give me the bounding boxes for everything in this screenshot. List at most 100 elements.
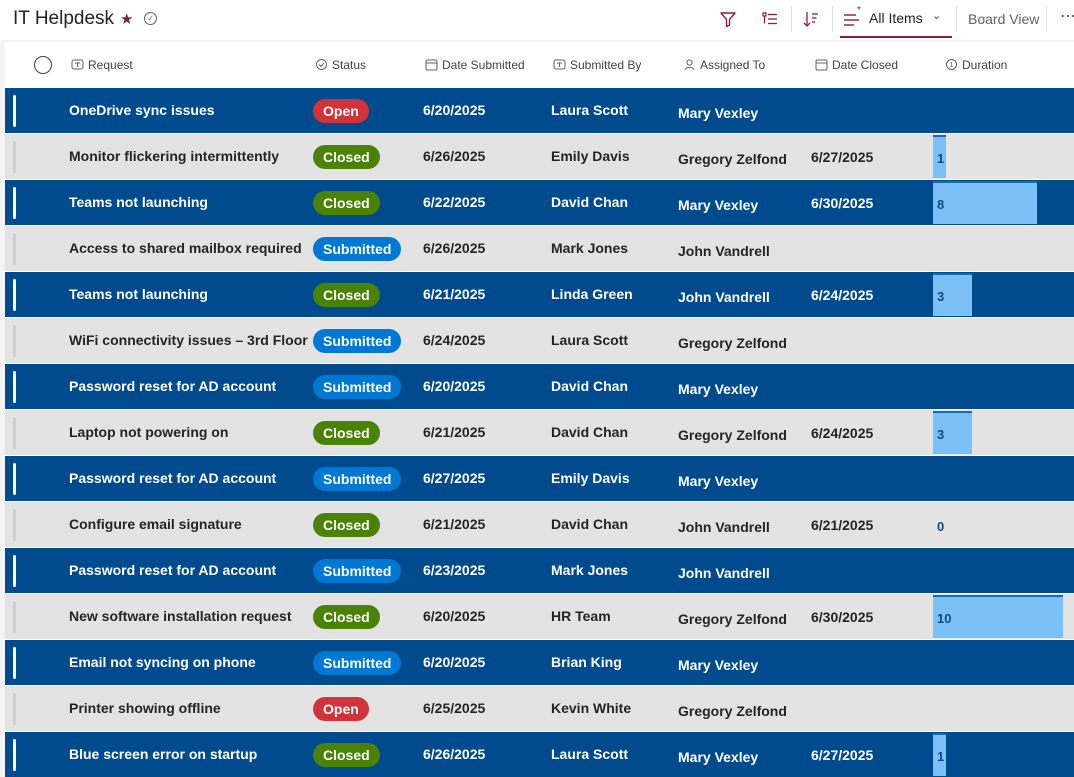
row-selection-handle[interactable] (13, 739, 16, 771)
more-icon[interactable]: ⋯ (1060, 6, 1074, 26)
cell-request[interactable]: Password reset for AD account (69, 470, 276, 486)
row-selection-handle[interactable] (13, 187, 16, 219)
cell-date-submitted: 6/20/2025 (423, 378, 486, 394)
list-grid: Request Status Date Submitted Submitted … (5, 42, 1074, 777)
cell-request[interactable]: OneDrive sync issues (69, 102, 215, 118)
table-row[interactable]: Password reset for AD account Submitted 6/… (5, 548, 1074, 593)
person-icon (684, 59, 695, 71)
cell-assigned-to: Mary Vexley (678, 381, 759, 397)
cell-submitted-by: Kevin White (551, 700, 632, 716)
text-field-icon (71, 59, 84, 70)
row-selection-handle[interactable] (13, 279, 16, 311)
table-row[interactable]: Email not syncing on phone Submitted 6/20/… (5, 640, 1074, 685)
cell-request[interactable]: Configure email signature (69, 516, 242, 532)
board-view-button[interactable]: Board View (968, 11, 1039, 27)
toolbar-divider (832, 6, 833, 32)
status-badge: Closed (313, 605, 380, 629)
cell-assigned-to: John Vandrell (678, 565, 770, 581)
row-selection-handle[interactable] (13, 601, 16, 633)
duration-bar (933, 181, 1037, 224)
group-by-icon[interactable] (759, 8, 781, 30)
cell-request[interactable]: Password reset for AD account (69, 378, 276, 394)
cell-date-submitted: 6/22/2025 (423, 194, 486, 210)
row-selection-handle[interactable] (13, 233, 16, 265)
status-badge: Closed (313, 513, 380, 537)
cell-date-submitted: 6/24/2025 (423, 332, 486, 348)
row-selection-handle[interactable] (13, 555, 16, 587)
table-row[interactable]: Teams not launching Closed 6/22/2025 David … (5, 180, 1074, 225)
filter-icon[interactable] (717, 8, 739, 30)
row-selection-handle[interactable] (13, 647, 16, 679)
table-row[interactable]: OneDrive sync issues Open 6/20/2025 Laura S… (5, 88, 1074, 133)
table-row[interactable]: Laptop not powering on Closed 6/21/2025 Dav… (5, 410, 1074, 455)
cell-duration: 1 (937, 749, 945, 764)
sort-icon[interactable] (800, 8, 822, 30)
cell-submitted-by: David Chan (551, 194, 629, 210)
row-selection-handle[interactable] (13, 509, 16, 541)
cell-assigned-to: Gregory Zelfond (678, 427, 787, 443)
table-row[interactable]: Access to shared mailbox required Submitt… (5, 226, 1074, 271)
row-selection-handle[interactable] (13, 693, 16, 725)
row-selection-handle[interactable] (13, 95, 16, 127)
row-selection-handle[interactable] (13, 371, 16, 403)
cell-assigned-to: John Vandrell (678, 519, 770, 535)
cell-request[interactable]: Monitor flickering intermittently (69, 148, 279, 164)
cell-request[interactable]: Teams not launching (69, 286, 208, 302)
cell-request[interactable]: Access to shared mailbox required (69, 240, 302, 256)
cell-submitted-by: Laura Scott (551, 332, 629, 348)
cell-assigned-to: Mary Vexley (678, 105, 759, 121)
cell-request[interactable]: Password reset for AD account (69, 562, 276, 578)
cell-request[interactable]: Email not syncing on phone (69, 654, 256, 670)
table-row[interactable]: Teams not launching Closed 6/21/2025 Linda … (5, 272, 1074, 317)
cell-request[interactable]: New software installation request (69, 608, 292, 624)
favorite-star-icon[interactable]: ★ (120, 10, 133, 28)
row-selection-handle[interactable] (13, 141, 16, 173)
table-row[interactable]: WiFi connectivity issues – 3rd Floor Subm… (5, 318, 1074, 363)
svg-text:*: * (857, 6, 861, 16)
cell-date-submitted: 6/21/2025 (423, 424, 486, 440)
cell-date-submitted: 6/20/2025 (423, 654, 486, 670)
list-title: IT Helpdesk (13, 8, 115, 29)
row-selection-handle[interactable] (13, 325, 16, 357)
cell-duration: 8 (937, 197, 945, 212)
select-all-checkbox[interactable] (34, 56, 52, 74)
row-selection-handle[interactable] (13, 463, 16, 495)
cell-assigned-to: Gregory Zelfond (678, 151, 787, 167)
cell-date-closed: 6/24/2025 (811, 287, 874, 303)
cell-request[interactable]: Laptop not powering on (69, 424, 228, 440)
cell-date-closed: 6/30/2025 (811, 609, 874, 625)
cell-submitted-by: David Chan (551, 516, 629, 532)
table-row[interactable]: Printer showing offline Open 6/25/2025 Kevi… (5, 686, 1074, 731)
view-list-icon: * (844, 6, 861, 26)
table-row[interactable]: Monitor flickering intermittently Closed 6… (5, 134, 1074, 179)
row-selection-handle[interactable] (13, 417, 16, 449)
cell-assigned-to: John Vandrell (678, 243, 770, 259)
table-row[interactable]: New software installation request Closed 6… (5, 594, 1074, 639)
status-badge: Open (313, 697, 369, 721)
status-badge: Open (313, 99, 369, 123)
status-badge: Closed (313, 283, 380, 307)
table-row[interactable]: Configure email signature Closed 6/21/2025… (5, 502, 1074, 547)
cell-date-submitted: 6/21/2025 (423, 516, 486, 532)
cell-submitted-by: Brian King (551, 654, 622, 670)
cell-duration: 0 (937, 519, 945, 534)
cell-request[interactable]: Blue screen error on startup (69, 746, 257, 762)
cell-date-closed: 6/27/2025 (811, 747, 874, 763)
status-badge: Submitted (313, 329, 402, 353)
cell-duration: 3 (937, 427, 945, 442)
cell-request[interactable]: Teams not launching (69, 194, 208, 210)
cell-request[interactable]: WiFi connectivity issues – 3rd Floor (69, 332, 308, 348)
cell-request[interactable]: Printer showing offline (69, 700, 221, 716)
cell-submitted-by: Emily Davis (551, 470, 630, 486)
table-row[interactable]: Password reset for AD account Submitted 6/… (5, 456, 1074, 501)
table-row[interactable]: Blue screen error on startup Closed 6/26/2… (5, 732, 1074, 777)
text-field-icon (553, 59, 566, 70)
cell-assigned-to: Mary Vexley (678, 749, 759, 765)
number-field-icon: 1 (946, 59, 957, 70)
calendar-icon (815, 59, 828, 71)
status-badge: Submitted (313, 559, 402, 583)
table-row[interactable]: Password reset for AD account Submitted 6/… (5, 364, 1074, 409)
cell-submitted-by: Emily Davis (551, 148, 630, 164)
view-selector[interactable]: * All Items ⌄ (840, 0, 952, 38)
check-circle-icon[interactable]: ✓ (144, 12, 157, 25)
